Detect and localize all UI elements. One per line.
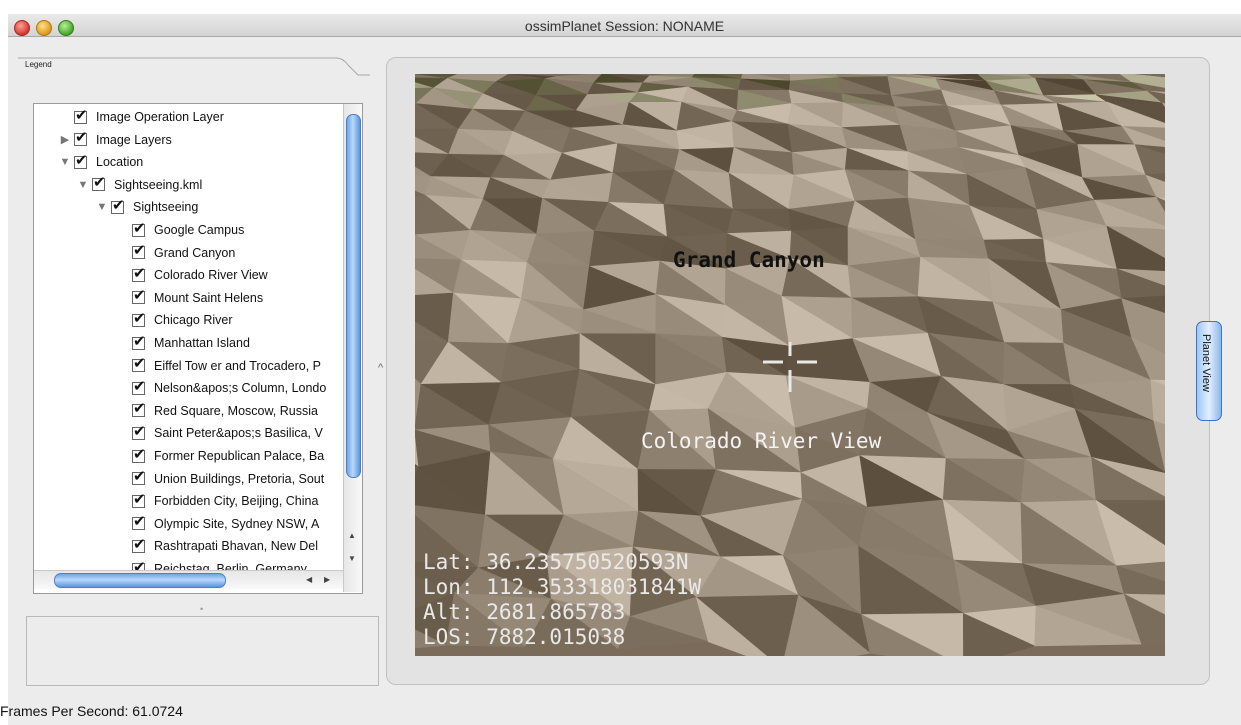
tree-item-label: Mount Saint Helens xyxy=(154,290,264,305)
tree-item-label: Eiffel Tow er and Trocadero, P xyxy=(154,358,321,373)
checkmark-icon[interactable] xyxy=(132,377,146,395)
vertical-splitter-handle[interactable]: ^ xyxy=(378,362,383,374)
planet-3d-view[interactable]: Grand Canyon Colorado River View Lat: 36… xyxy=(415,74,1165,656)
checkmark-icon[interactable] xyxy=(132,286,146,305)
tree-item[interactable]: Grand Canyon xyxy=(116,241,236,264)
tree-item[interactable]: ▼ Sightseeing xyxy=(95,196,199,218)
horizontal-scroll-thumb[interactable] xyxy=(54,573,226,588)
legend-tab-outline xyxy=(18,57,370,76)
tree-item-label: Rashtrapati Bhavan, New Del xyxy=(154,539,318,554)
legend-tree[interactable]: Image Operation Layer ▶ Image Layers ▼ Locat… xyxy=(33,103,363,594)
tree-item-label: Forbidden City, Beijing, China xyxy=(154,494,319,509)
tree-item[interactable]: Forbidden City, Beijing, China xyxy=(116,490,318,512)
tree-item-label: Red Square, Moscow, Russia xyxy=(154,403,318,418)
triangle-right-icon[interactable]: ▶ xyxy=(58,133,72,146)
tree-item-label: Sightseeing xyxy=(133,200,199,215)
tree-item-label: Olympic Site, Sydney NSW, A xyxy=(154,516,320,531)
tree-item[interactable]: Manhattan Island xyxy=(116,332,250,354)
tree-item-label: Chicago River xyxy=(154,313,233,328)
checkmark-icon[interactable] xyxy=(132,490,146,508)
checkmark-icon[interactable] xyxy=(132,241,146,260)
tree-item-label: Saint Peter&apos;s Basilica, V xyxy=(154,426,323,441)
tree-item-label: Former Republican Palace, Ba xyxy=(154,449,325,463)
line-of-sight-readout: LOS: 7882.015038 xyxy=(423,625,626,649)
scroll-left-arrow-icon[interactable]: ◀ xyxy=(306,575,312,584)
checkmark-icon[interactable] xyxy=(132,332,146,350)
tree-item[interactable]: Image Operation Layer xyxy=(58,106,224,128)
tree-item[interactable]: Colorado River View xyxy=(116,264,268,286)
checkmark-icon[interactable] xyxy=(132,467,146,486)
checkmark-icon[interactable] xyxy=(132,399,146,418)
checkmark-icon[interactable] xyxy=(132,264,146,282)
tree-item-label: Image Layers xyxy=(96,132,172,147)
planet-view-button[interactable]: Planet View xyxy=(1196,321,1222,421)
triangle-down-icon[interactable]: ▼ xyxy=(95,201,109,213)
scroll-right-arrow-icon[interactable]: ▶ xyxy=(324,575,330,584)
horizontal-scrollbar[interactable]: ◀ ▶ xyxy=(34,570,343,589)
title-bar: ossimPlanet Session: NONAME xyxy=(8,14,1241,37)
checkmark-icon[interactable] xyxy=(132,445,146,463)
checkmark-icon[interactable] xyxy=(132,512,146,531)
tree-item[interactable]: Rashtrapati Bhavan, New Del xyxy=(116,535,318,557)
tree-item[interactable]: Google Campus xyxy=(116,219,244,241)
altitude-readout: Alt: 2681.865783 xyxy=(423,600,626,624)
checkmark-icon[interactable] xyxy=(92,173,106,192)
tree-item[interactable]: Mount Saint Helens xyxy=(116,286,264,309)
tree-item[interactable]: Nelson&apos;s Column, Londo xyxy=(116,377,326,399)
checkmark-icon[interactable] xyxy=(132,309,146,327)
tree-item-label: Sightseeing.kml xyxy=(114,177,203,192)
checkmark-icon[interactable] xyxy=(74,151,88,169)
placemark-colorado-river-label[interactable]: Colorado River View xyxy=(641,429,881,453)
window-title: ossimPlanet Session: NONAME xyxy=(524,18,725,34)
checkmark-icon[interactable] xyxy=(132,422,146,440)
tree-item[interactable]: ▼ Location xyxy=(58,151,144,173)
scroll-down-arrow-icon[interactable]: ▼ xyxy=(348,554,356,563)
tree-item[interactable]: Eiffel Tow er and Trocadero, P xyxy=(116,354,321,377)
placemark-grand-canyon-label[interactable]: Grand Canyon xyxy=(673,248,825,272)
tree-item[interactable]: Olympic Site, Sydney NSW, A xyxy=(116,512,320,535)
checkmark-icon[interactable] xyxy=(74,106,88,124)
horizontal-splitter-handle[interactable]: • xyxy=(200,604,203,614)
tree-item-label: Grand Canyon xyxy=(154,245,236,260)
planet-view-button-label: Planet View xyxy=(1200,334,1212,392)
checkmark-icon[interactable] xyxy=(111,196,125,214)
tree-item-label: Location xyxy=(96,155,144,170)
tree-item-label: Colorado River View xyxy=(154,268,268,283)
triangle-down-icon[interactable]: ▼ xyxy=(58,156,72,168)
triangle-down-icon[interactable]: ▼ xyxy=(76,179,90,191)
tree-item-label: Union Buildings, Pretoria, Sout xyxy=(154,471,325,486)
layer-properties-panel xyxy=(26,616,379,686)
checkmark-icon[interactable] xyxy=(74,128,88,147)
checkmark-icon[interactable] xyxy=(132,219,146,237)
tree-item[interactable]: ▼ Sightseeing.kml xyxy=(76,173,203,196)
longitude-readout: Lon: 112.353318031841W xyxy=(423,575,702,599)
vertical-scrollbar[interactable]: ▲ ▼ xyxy=(343,104,362,592)
tree-item[interactable]: Former Republican Palace, Ba xyxy=(116,445,324,467)
scroll-up-arrow-icon[interactable]: ▲ xyxy=(348,531,356,540)
tree-item-label: Image Operation Layer xyxy=(96,110,224,124)
legend-tab[interactable]: Legend xyxy=(25,60,52,69)
tree-item[interactable]: ▶ Image Layers xyxy=(58,128,172,151)
tree-item[interactable]: Saint Peter&apos;s Basilica, V xyxy=(116,422,323,444)
latitude-readout: Lat: 36.235750520593N xyxy=(423,550,689,574)
tree-item-label: Nelson&apos;s Column, Londo xyxy=(154,381,327,396)
tree-item-label: Google Campus xyxy=(154,223,245,237)
vertical-scroll-thumb[interactable] xyxy=(346,114,361,478)
tree-item-label: Manhattan Island xyxy=(154,336,250,350)
checkmark-icon[interactable] xyxy=(132,535,146,553)
tree-item[interactable]: Chicago River xyxy=(116,309,233,331)
tree-item[interactable]: Red Square, Moscow, Russia xyxy=(116,399,318,422)
frames-per-second-status: Frames Per Second: 61.0724 xyxy=(0,703,183,719)
checkmark-icon[interactable] xyxy=(132,354,146,373)
tree-item[interactable]: Union Buildings, Pretoria, Sout xyxy=(116,467,325,490)
